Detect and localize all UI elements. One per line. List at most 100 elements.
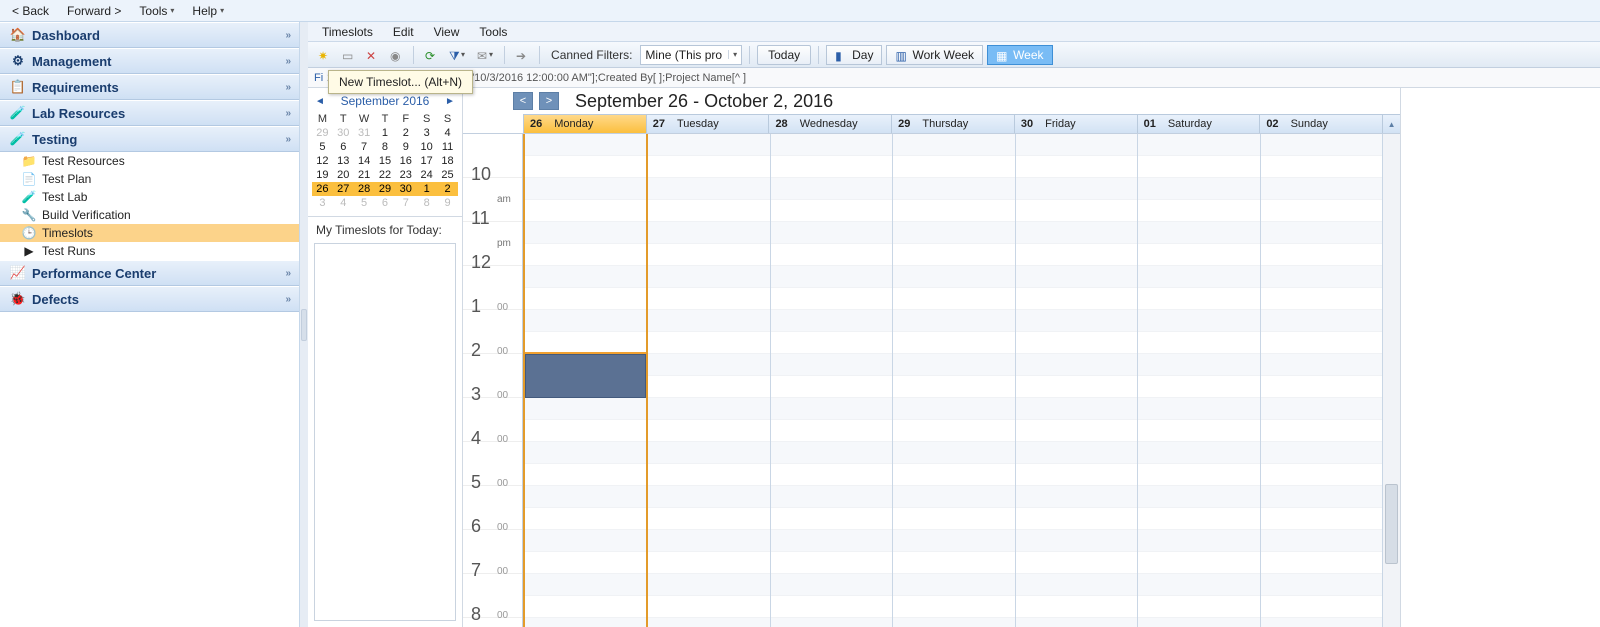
scrollbar-thumb[interactable] [1385, 484, 1398, 564]
menu-timeslots[interactable]: Timeslots [314, 23, 381, 41]
day-header-wednesday[interactable]: 28Wednesday [768, 114, 891, 133]
delete-button[interactable]: ✕ [362, 45, 382, 65]
mini-cal-day[interactable]: 5 [354, 196, 375, 210]
mini-cal-day[interactable]: 1 [416, 182, 437, 196]
today-button[interactable]: Today [757, 45, 811, 65]
mini-cal-day[interactable]: 30 [395, 182, 416, 196]
sidebar-splitter[interactable] [300, 22, 308, 627]
sidebar-item-test-plan[interactable]: 📄Test Plan [0, 170, 299, 188]
view-day-toggle[interactable]: ▮Day [826, 45, 882, 65]
mini-cal-day[interactable]: 3 [312, 196, 333, 210]
day-column-thursday[interactable] [892, 134, 1014, 627]
mini-cal-day[interactable]: 19 [312, 168, 333, 182]
tools-menu[interactable]: Tools▾ [133, 2, 180, 20]
back-button[interactable]: < Back [6, 2, 55, 20]
mini-cal-day[interactable]: 7 [354, 140, 375, 154]
mini-cal-next[interactable]: ► [444, 96, 456, 107]
day-column-saturday[interactable] [1137, 134, 1259, 627]
sidebar-item-build-verification[interactable]: 🔧Build Verification [0, 206, 299, 224]
day-column-friday[interactable] [1015, 134, 1137, 627]
mini-cal-day[interactable]: 29 [312, 126, 333, 140]
sidebar-section-dashboard[interactable]: 🏠Dashboard» [0, 22, 299, 48]
menu-tools[interactable]: Tools [471, 23, 515, 41]
timeslot-appointment[interactable] [525, 354, 646, 398]
mini-cal-day[interactable]: 12 [312, 154, 333, 168]
mini-cal-day[interactable]: 22 [375, 168, 396, 182]
new-timeslot-popup[interactable]: New Timeslot... (Alt+N) [328, 70, 473, 94]
mini-cal-day[interactable]: 18 [437, 154, 458, 168]
sidebar-section-lab-resources[interactable]: 🧪Lab Resources» [0, 100, 299, 126]
day-header-saturday[interactable]: 01Saturday [1137, 114, 1260, 133]
mini-cal-day[interactable]: 7 [395, 196, 416, 210]
sidebar-item-test-resources[interactable]: 📁Test Resources [0, 152, 299, 170]
day-column-wednesday[interactable] [770, 134, 892, 627]
day-header-thursday[interactable]: 29Thursday [891, 114, 1014, 133]
week-next-button[interactable]: > [539, 92, 559, 110]
view-workweek-toggle[interactable]: ▥Work Week [886, 45, 983, 65]
help-menu[interactable]: Help▾ [186, 2, 230, 20]
vertical-scrollbar[interactable] [1382, 134, 1400, 627]
mini-cal-day[interactable]: 3 [416, 126, 437, 140]
mini-cal-day[interactable]: 5 [312, 140, 333, 154]
day-header-friday[interactable]: 30Friday [1014, 114, 1137, 133]
scroll-up-arrow[interactable]: ▲ [1382, 114, 1400, 133]
mini-cal-day[interactable]: 1 [375, 126, 396, 140]
stop-button[interactable]: ◉ [386, 45, 406, 65]
mini-cal-prev[interactable]: ◄ [314, 96, 326, 107]
mini-cal-day[interactable]: 6 [333, 140, 354, 154]
sidebar-section-performance-center[interactable]: 📈Performance Center» [0, 260, 299, 286]
mini-cal-day[interactable]: 26 [312, 182, 333, 196]
mini-cal-day[interactable]: 14 [354, 154, 375, 168]
mini-cal-day[interactable]: 24 [416, 168, 437, 182]
mini-cal-day[interactable]: 8 [375, 140, 396, 154]
sidebar-section-requirements[interactable]: 📋Requirements» [0, 74, 299, 100]
mini-cal-day[interactable]: 6 [375, 196, 396, 210]
day-header-tuesday[interactable]: 27Tuesday [646, 114, 769, 133]
mini-cal-day[interactable]: 9 [395, 140, 416, 154]
mini-cal-day[interactable]: 11 [437, 140, 458, 154]
day-column-sunday[interactable] [1260, 134, 1382, 627]
mini-cal-day[interactable]: 2 [395, 126, 416, 140]
view-week-toggle[interactable]: ▦Week [987, 45, 1052, 65]
mini-cal-day[interactable]: 21 [354, 168, 375, 182]
mini-cal-day[interactable]: 23 [395, 168, 416, 182]
goto-button[interactable]: ➔ [512, 45, 532, 65]
mini-cal-day[interactable]: 27 [333, 182, 354, 196]
my-timeslots-list[interactable] [314, 243, 456, 621]
week-prev-button[interactable]: < [513, 92, 533, 110]
forward-button[interactable]: Forward > [61, 2, 127, 20]
mini-cal-day[interactable]: 4 [333, 196, 354, 210]
mini-cal-day[interactable]: 15 [375, 154, 396, 168]
mini-cal-day[interactable]: 13 [333, 154, 354, 168]
sidebar-item-timeslots[interactable]: 🕒Timeslots [0, 224, 299, 242]
refresh-button[interactable]: ⟳ [421, 45, 441, 65]
mini-cal-day[interactable]: 9 [437, 196, 458, 210]
mini-cal-day[interactable]: 16 [395, 154, 416, 168]
mini-cal-day[interactable]: 31 [354, 126, 375, 140]
mini-cal-day[interactable]: 10 [416, 140, 437, 154]
sidebar-section-defects[interactable]: 🐞Defects» [0, 286, 299, 312]
day-header-sunday[interactable]: 02Sunday [1259, 114, 1382, 133]
mini-cal-day[interactable]: 30 [333, 126, 354, 140]
mini-cal-day[interactable]: 4 [437, 126, 458, 140]
calendar-grid[interactable] [523, 134, 1382, 627]
sidebar-section-testing[interactable]: 🧪Testing» [0, 126, 299, 152]
sidebar-item-test-lab[interactable]: 🧪Test Lab [0, 188, 299, 206]
mini-cal-day[interactable]: 8 [416, 196, 437, 210]
mail-button[interactable]: ✉▾ [473, 45, 497, 65]
day-column-monday[interactable] [523, 134, 648, 627]
sidebar-section-management[interactable]: ⚙Management» [0, 48, 299, 74]
sidebar-item-test-runs[interactable]: ▶Test Runs [0, 242, 299, 260]
mini-cal-day[interactable]: 29 [375, 182, 396, 196]
menu-edit[interactable]: Edit [385, 23, 422, 41]
new-button[interactable]: ✷ [314, 45, 334, 65]
day-column-tuesday[interactable] [647, 134, 769, 627]
menu-view[interactable]: View [426, 23, 468, 41]
mini-cal-day[interactable]: 2 [437, 182, 458, 196]
open-button[interactable]: ▭ [338, 45, 358, 65]
mini-cal-day[interactable]: 20 [333, 168, 354, 182]
filter-button[interactable]: ⧩▾ [445, 45, 469, 65]
day-header-monday[interactable]: 26Monday [523, 114, 646, 133]
mini-cal-day[interactable]: 25 [437, 168, 458, 182]
canned-filters-select[interactable]: Mine (This pro ▾ [640, 45, 742, 65]
